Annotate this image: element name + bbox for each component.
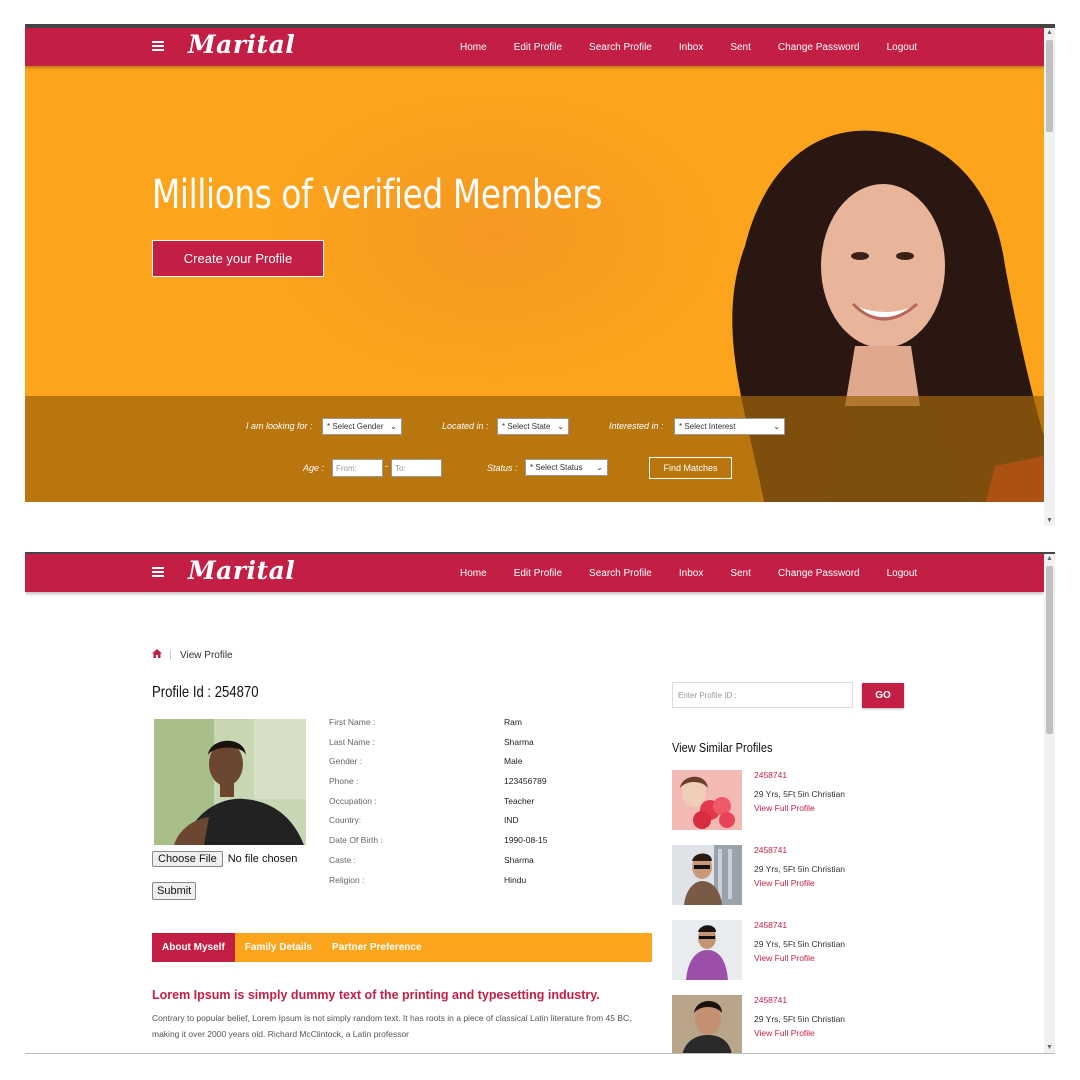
create-profile-button[interactable]: Create your Profile — [152, 240, 324, 277]
view-full-profile-link[interactable]: View Full Profile — [754, 953, 815, 963]
scrollbar-thumb[interactable] — [1046, 566, 1053, 734]
age-separator: - — [385, 461, 388, 471]
status-select[interactable]: * Select Status ⌄ — [525, 459, 608, 476]
similar-profile-item: 2458741 29 Yrs, 5Ft 5in Christian View F… — [672, 845, 912, 907]
tab-family-details[interactable]: Family Details — [235, 933, 322, 962]
site-logo[interactable]: Marital — [188, 30, 295, 59]
nav-change-password[interactable]: Change Password — [778, 568, 860, 579]
nav-links: Home Edit Profile Search Profile Inbox S… — [460, 42, 944, 53]
nav-search-profile[interactable]: Search Profile — [589, 568, 652, 579]
similar-profile-photo[interactable] — [672, 995, 742, 1053]
age-to-input[interactable]: To: — [391, 459, 442, 477]
similar-profile-id: 2458741 — [754, 770, 788, 780]
profile-id-search-input[interactable]: Enter Profile ID : — [672, 682, 853, 708]
top-navbar: Marital Home Edit Profile Search Profile… — [25, 554, 1044, 592]
home-page-window: Marital Home Edit Profile Search Profile… — [25, 24, 1055, 526]
profile-tabs: About Myself Family Details Partner Pref… — [152, 933, 652, 962]
view-full-profile-link[interactable]: View Full Profile — [754, 803, 815, 813]
top-navbar: Marital Home Edit Profile Search Profile… — [25, 28, 1044, 66]
tab-about-myself[interactable]: About Myself — [152, 933, 235, 962]
go-button[interactable]: GO — [862, 683, 904, 708]
similar-profile-info: 29 Yrs, 5Ft 5in Christian — [754, 789, 846, 799]
nav-sent[interactable]: Sent — [730, 568, 751, 579]
similar-profile-info: 29 Yrs, 5Ft 5in Christian — [754, 939, 846, 949]
page-scrollbar[interactable]: ▲ ▼ — [1044, 554, 1055, 1053]
find-matches-button[interactable]: Find Matches — [649, 457, 732, 479]
about-title: Lorem Ipsum is simply dummy text of the … — [152, 988, 600, 1002]
home-icon[interactable] — [152, 649, 162, 661]
similar-profile-info: 29 Yrs, 5Ft 5in Christian — [754, 864, 846, 874]
home-page-content: Marital Home Edit Profile Search Profile… — [25, 28, 1044, 526]
looking-for-label: I am looking for : — [246, 421, 313, 431]
chevron-down-icon: ⌄ — [596, 463, 603, 472]
about-text: Contrary to popular belief, Lorem Ipsum … — [152, 1013, 632, 1039]
nav-home[interactable]: Home — [460, 42, 487, 53]
similar-profile-photo[interactable] — [672, 770, 742, 830]
interest-select[interactable]: * Select Interest ⌄ — [674, 418, 785, 435]
no-file-chosen-text: No file chosen — [227, 853, 298, 865]
tab-partner-preference[interactable]: Partner Preference — [322, 933, 432, 962]
nav-links: Home Edit Profile Search Profile Inbox S… — [460, 568, 944, 579]
chevron-down-icon: ⌄ — [557, 422, 564, 431]
age-label: Age : — [303, 463, 325, 473]
status-label: Status : — [487, 463, 518, 473]
age-from-input[interactable]: From: — [332, 459, 383, 477]
breadcrumb: View Profile — [152, 649, 233, 661]
interested-in-label: Interested in : — [609, 421, 664, 431]
quick-search-bar: I am looking for : * Select Gender ⌄ Loca… — [25, 396, 1044, 502]
scroll-up-icon[interactable]: ▲ — [1044, 28, 1055, 38]
page-scrollbar[interactable]: ▲ ▼ — [1044, 28, 1055, 526]
state-select[interactable]: * Select State ⌄ — [497, 418, 569, 435]
hero-title: Millions of verified Members — [152, 172, 602, 218]
site-logo[interactable]: Marital — [188, 556, 295, 585]
similar-profile-photo[interactable] — [672, 845, 742, 905]
chevron-down-icon: ⌄ — [390, 422, 397, 431]
nav-sent[interactable]: Sent — [730, 42, 751, 53]
photo-upload-row: Choose File No file chosen — [152, 851, 297, 867]
scrollbar-thumb[interactable] — [1046, 40, 1053, 132]
similar-profile-info: 29 Yrs, 5Ft 5in Christian — [754, 1014, 846, 1024]
choose-file-button[interactable]: Choose File — [152, 851, 223, 867]
similar-profile-photo[interactable] — [672, 920, 742, 980]
scroll-down-icon[interactable]: ▼ — [1044, 516, 1055, 526]
similar-profile-id: 2458741 — [754, 995, 788, 1005]
breadcrumb-current: View Profile — [180, 649, 233, 661]
hamburger-menu-icon[interactable] — [152, 41, 164, 51]
nav-edit-profile[interactable]: Edit Profile — [514, 568, 562, 579]
similar-profile-id: 2458741 — [754, 920, 788, 930]
hero-banner: Millions of verified Members Create your… — [25, 66, 1044, 502]
nav-logout[interactable]: Logout — [887, 42, 918, 53]
hero-background-image — [245, 76, 745, 396]
similar-profiles-title: View Similar Profiles — [672, 740, 773, 755]
view-full-profile-link[interactable]: View Full Profile — [754, 1028, 815, 1038]
view-full-profile-link[interactable]: View Full Profile — [754, 878, 815, 888]
view-profile-window: Marital Home Edit Profile Search Profile… — [25, 552, 1055, 1054]
located-in-label: Located in : — [442, 421, 489, 431]
similar-profile-item: 2458741 29 Yrs, 5Ft 5in Christian View F… — [672, 995, 912, 1053]
nav-logout[interactable]: Logout — [887, 568, 918, 579]
scroll-down-icon[interactable]: ▼ — [1044, 1043, 1055, 1053]
nav-home[interactable]: Home — [460, 568, 487, 579]
scroll-up-icon[interactable]: ▲ — [1044, 554, 1055, 564]
gender-select[interactable]: * Select Gender ⌄ — [322, 418, 402, 435]
breadcrumb-divider — [170, 650, 171, 660]
hamburger-menu-icon[interactable] — [152, 567, 164, 577]
nav-inbox[interactable]: Inbox — [679, 42, 703, 53]
nav-change-password[interactable]: Change Password — [778, 42, 860, 53]
nav-inbox[interactable]: Inbox — [679, 568, 703, 579]
similar-profile-item: 2458741 29 Yrs, 5Ft 5in Christian View F… — [672, 770, 912, 832]
submit-button[interactable]: Submit — [152, 882, 197, 900]
nav-search-profile[interactable]: Search Profile — [589, 42, 652, 53]
similar-profile-id: 2458741 — [754, 845, 788, 855]
profile-id-heading: Profile Id : 254870 — [152, 684, 259, 701]
profile-photo — [154, 719, 306, 845]
view-profile-content: Marital Home Edit Profile Search Profile… — [25, 554, 1044, 1053]
chevron-down-icon: ⌄ — [773, 422, 780, 431]
nav-edit-profile[interactable]: Edit Profile — [514, 42, 562, 53]
similar-profile-item: 2458741 29 Yrs, 5Ft 5in Christian View F… — [672, 920, 912, 982]
